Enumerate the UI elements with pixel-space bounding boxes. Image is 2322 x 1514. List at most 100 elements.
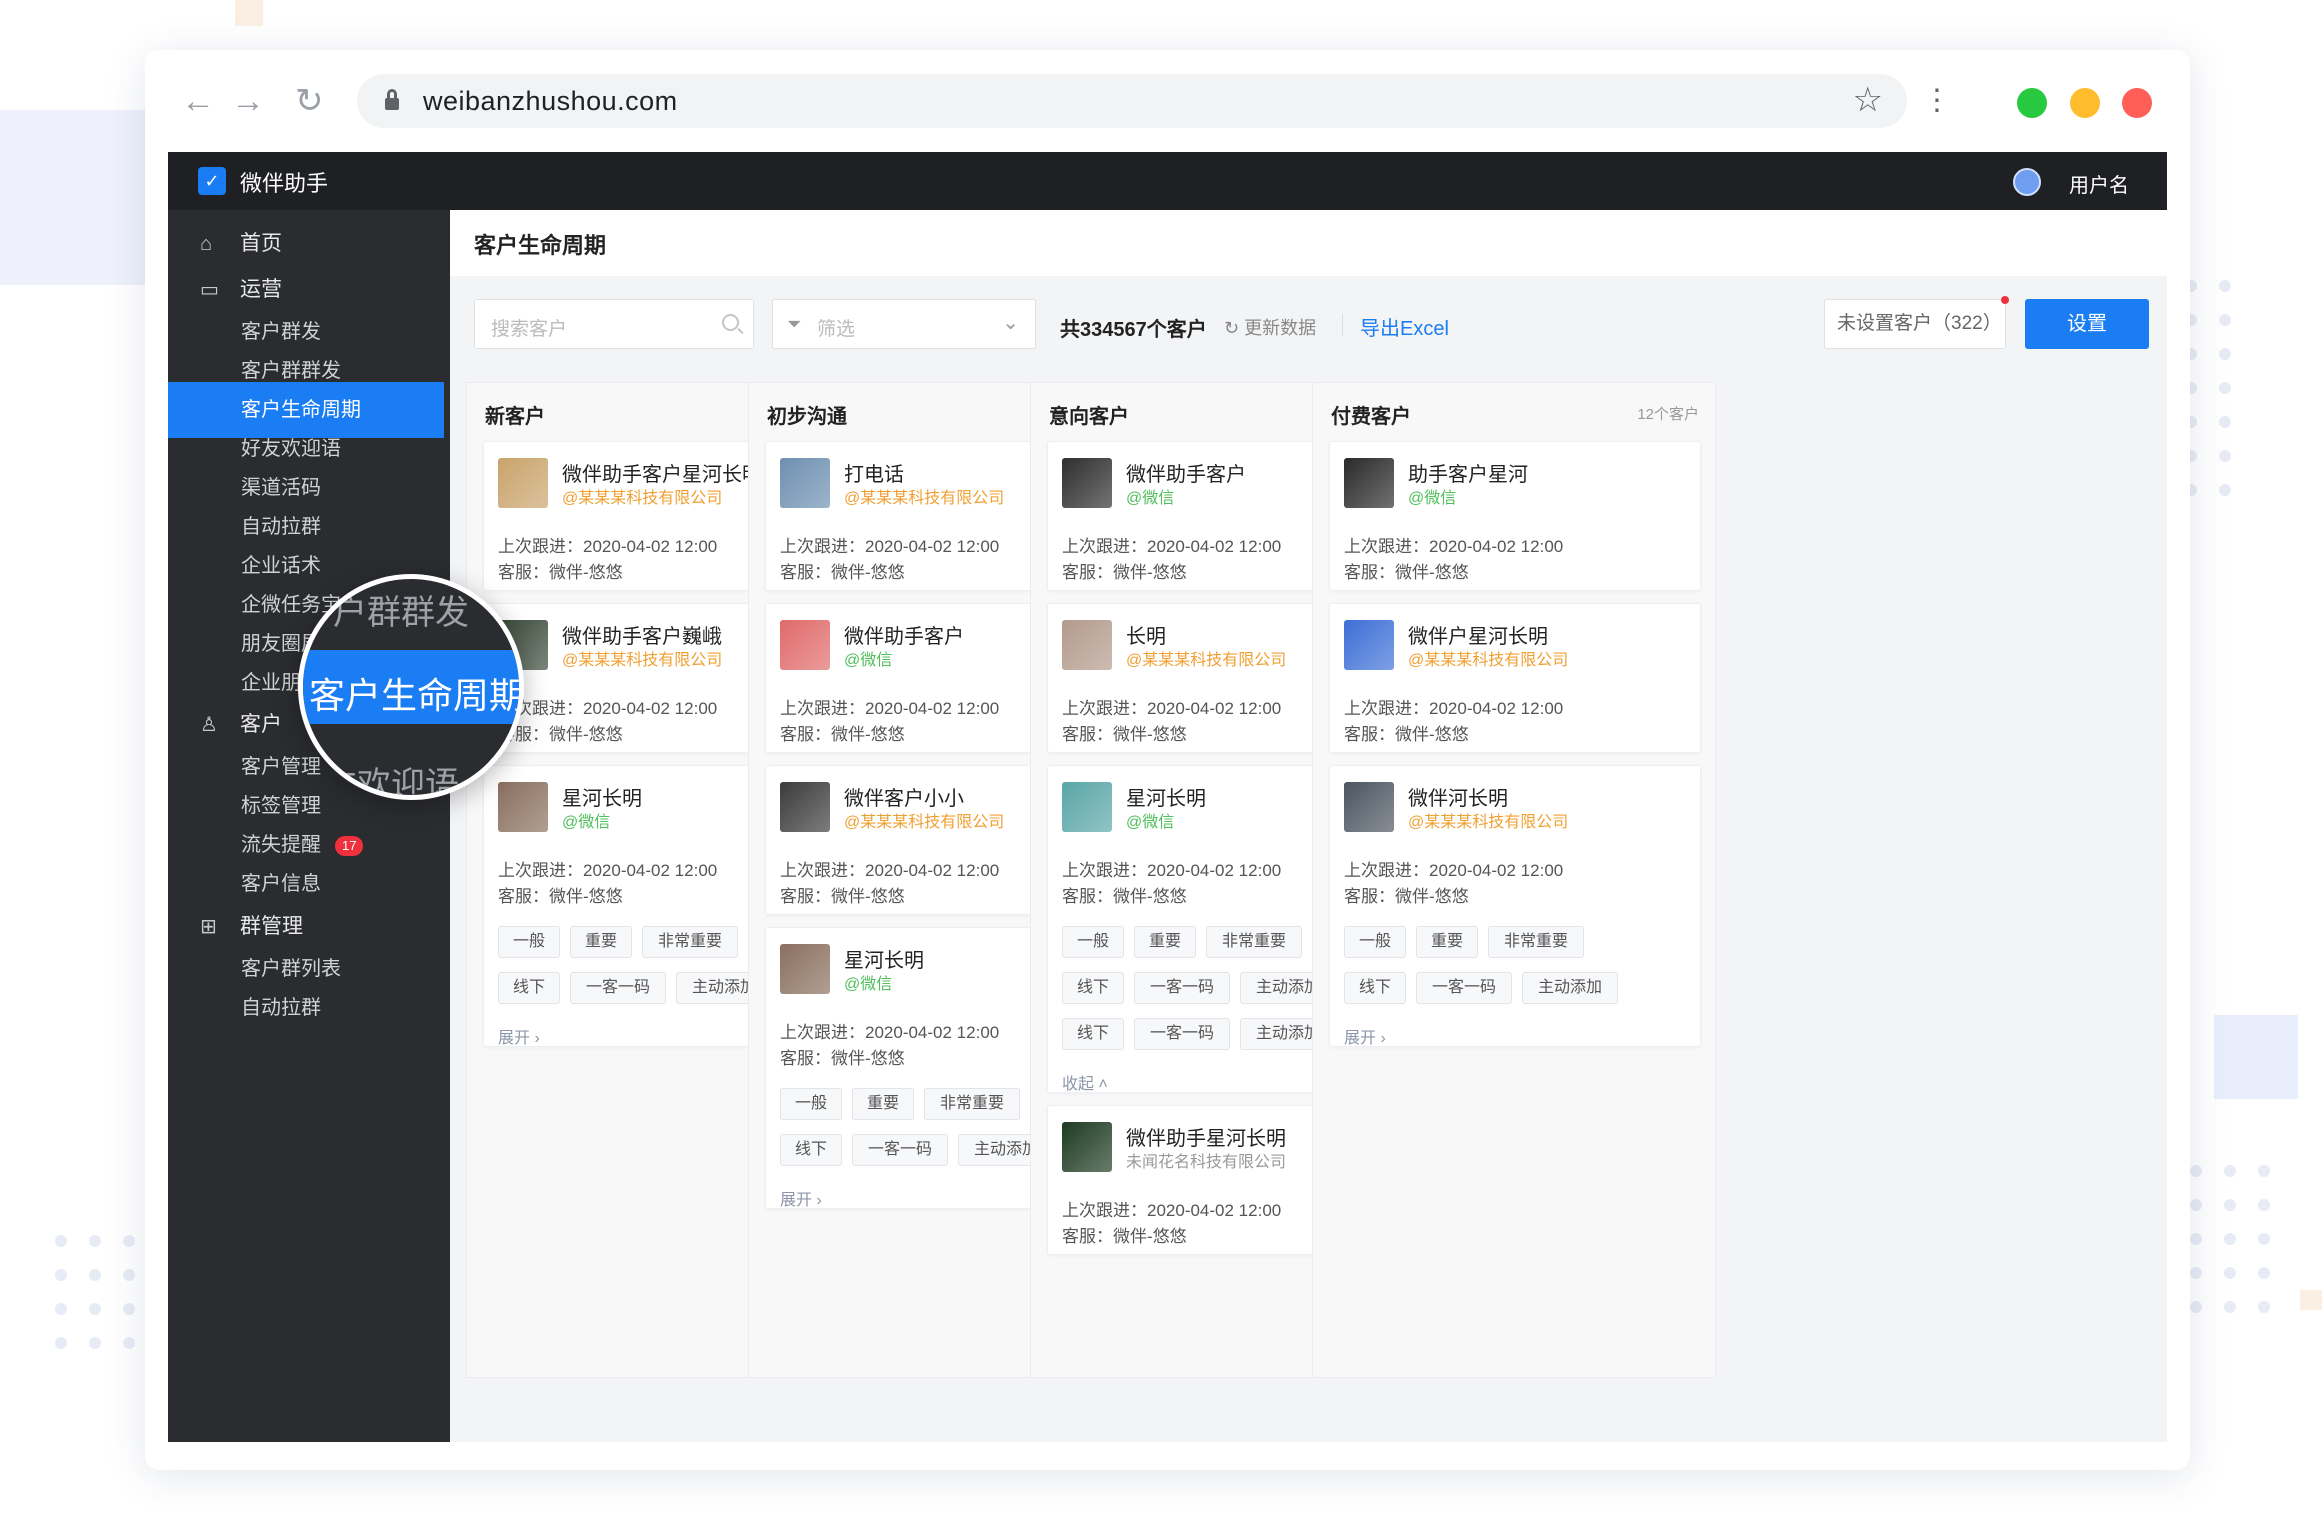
column-count: 12个客户 [1637,406,1699,423]
expand-toggle[interactable]: 展开 › [780,1186,822,1210]
expand-toggle[interactable]: 展开 › [1344,1024,1386,1048]
toolbar: 搜索客户 ⏷ 筛选 ⌄ 共334567个客户 ↻ 更新数据 导出Excel 未设… [450,276,2167,370]
menu-kebab-icon[interactable]: · · · [1930,72,1944,124]
back-icon[interactable]: ← [181,84,215,118]
avatar [1344,620,1394,670]
tag-chip[interactable]: 线下 [498,972,560,1004]
tag-chip[interactable]: 线下 [1062,1018,1124,1050]
avatar [498,458,548,508]
refresh-label: 更新数据 [1244,318,1317,338]
customer-card[interactable]: 微伴河长明 @某某某科技有限公司 上次跟进：2020-04-02 12:00 客服：微… [1329,765,1701,1047]
avatar [1062,620,1112,670]
sidebar-item-label: 流失提醒 [241,834,321,856]
tag-chip[interactable]: 一般 [1344,926,1406,958]
tag-chip[interactable]: 一般 [498,926,560,958]
refresh-button[interactable]: ↻ 更新数据 [1224,314,1316,340]
tag-chip[interactable]: 一般 [1062,926,1124,958]
unset-customers-button[interactable]: 未设置客户（322） [1824,296,2009,349]
sidebar-item-label: 客户信息 [241,873,321,895]
sidebar-item-label: 标签管理 [241,795,321,817]
last-followup: 上次跟进：2020-04-02 12:00 [780,1023,1000,1042]
tag-chip[interactable]: 一客一码 [1134,972,1230,1004]
customer-name: 打电话 [844,464,904,486]
sidebar-item-19[interactable]: 自动拉群 [168,980,444,1036]
customer-name: 微伴助手星河长明 [1126,1128,1286,1150]
sidebar-item-label: 运营 [240,278,282,301]
bg-shape [0,110,150,285]
sidebar-item-label: 企业话术 [241,555,321,577]
chevron-down-icon: ⌄ [1002,312,1019,334]
customer-source: @某某某科技有限公司 [562,490,723,507]
filter-placeholder: 筛选 [817,319,856,340]
customer-source: @某某某科技有限公司 [562,652,723,669]
customer-source: @某某某科技有限公司 [844,490,1005,507]
tag-chip[interactable]: 线下 [780,1134,842,1166]
last-followup: 上次跟进：2020-04-02 12:00 [498,861,718,880]
address-bar[interactable]: weibanzhushou.com ☆ [357,74,1907,128]
last-followup: 上次跟进：2020-04-02 12:00 [1062,699,1282,718]
assigned-staff: 客服：微伴-悠悠 [1062,725,1187,744]
tag-chip[interactable]: 重要 [1134,926,1196,958]
last-followup: 上次跟进：2020-04-02 12:00 [1344,861,1564,880]
search-input[interactable]: 搜索客户 [474,299,754,349]
tag-chip[interactable]: 重要 [1416,926,1478,958]
assigned-staff: 客服：微伴-悠悠 [1062,563,1187,582]
expand-toggle[interactable]: 展开 › [498,1024,540,1048]
customer-source: 未闻花名科技有限公司 [1126,1154,1287,1171]
export-excel-link[interactable]: 导出Excel [1360,312,1449,341]
tag-chip[interactable]: 重要 [852,1088,914,1120]
search-placeholder: 搜索客户 [491,319,568,340]
filter-select[interactable]: ⏷ 筛选 ⌄ [772,299,1036,349]
customer-name: 微伴客户小小 [844,788,964,810]
app-header: ✓ 微伴助手 用户名 [168,152,2167,210]
tag-chip[interactable]: 非常重要 [1206,926,1302,958]
customer-card[interactable]: 助手客户星河 @微信 上次跟进：2020-04-02 12:00 客服：微伴-悠悠 [1329,441,1701,591]
sidebar-item-label: 客户生命周期 [241,399,361,421]
tag-chip[interactable]: 一客一码 [1134,1018,1230,1050]
close-light[interactable] [2122,88,2152,118]
assigned-staff: 客服：微伴-悠悠 [780,563,905,582]
tag-chip[interactable]: 非常重要 [1488,926,1584,958]
avatar [780,782,830,832]
customer-source: @某某某科技有限公司 [844,814,1005,831]
customer-source: @微信 [844,652,893,669]
sidebar-item-label: 自动拉群 [241,516,321,538]
total-count: 共334567个客户 [1060,319,1207,341]
reload-icon[interactable]: ↻ [295,84,324,118]
sidebar-item-label: 客户群群发 [241,360,341,382]
user-avatar[interactable] [2013,168,2041,196]
tag-chip[interactable]: 一般 [780,1088,842,1120]
tag-chip[interactable]: 一客一码 [1416,972,1512,1004]
assigned-staff: 客服：微伴-悠悠 [780,1049,905,1068]
settings-button[interactable]: 设置 [2025,299,2149,349]
customer-source: @某某某科技有限公司 [1126,652,1287,669]
minimize-light[interactable] [2070,88,2100,118]
tag-chip[interactable]: 一客一码 [852,1134,948,1166]
tag-chip[interactable]: 重要 [570,926,632,958]
tag-chip[interactable]: 一客一码 [570,972,666,1004]
tag-chip[interactable]: 非常重要 [642,926,738,958]
tag-chip[interactable]: 非常重要 [924,1088,1020,1120]
expand-toggle[interactable]: 收起 ˄ [1062,1070,1108,1094]
customer-card[interactable]: 微伴户星河长明 @某某某科技有限公司 上次跟进：2020-04-02 12:00 客服… [1329,603,1701,753]
avatar [1062,1122,1112,1172]
tag-chip[interactable]: 线下 [1344,972,1406,1004]
unset-label: 未设置客户（322） [1837,313,2002,334]
avatar [498,782,548,832]
sidebar: ⌂ 首页 ▭ 运营 客户群发 客户群群发 客户生命周期 好友欢迎语 渠道活码 自动拉群 企业话术 企微… [168,210,450,1442]
sidebar-item-label: 自动拉群 [241,997,321,1019]
forward-icon[interactable]: → [231,84,265,118]
red-dot-badge [2001,296,2009,304]
sidebar-item-label: 客户 [240,713,282,736]
tag-chip[interactable]: 线下 [1062,972,1124,1004]
customer-name: 微伴助手客户 [1126,464,1246,486]
tag-chip[interactable]: 主动添加 [1522,972,1618,1004]
page-title: 客户生命周期 [474,233,607,258]
notification-badge: 17 [335,835,364,856]
last-followup: 上次跟进：2020-04-02 12:00 [1344,699,1564,718]
bookmark-star-icon[interactable]: ☆ [1853,80,1883,120]
maximize-light[interactable] [2017,88,2047,118]
username[interactable]: 用户名 [2069,169,2129,198]
last-followup: 上次跟进：2020-04-02 12:00 [1344,537,1564,556]
refresh-icon: ↻ [1224,318,1245,338]
